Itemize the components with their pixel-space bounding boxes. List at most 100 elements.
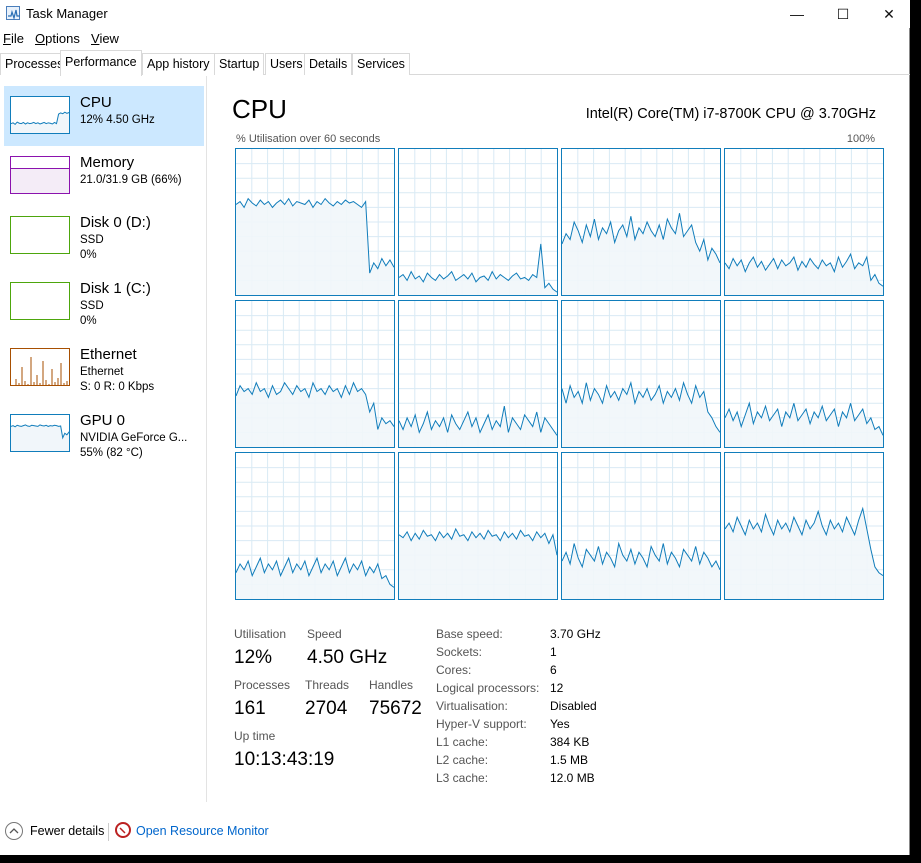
cpu-thumbnail-graph [10,96,70,134]
sidebar-item-title: CPU [80,94,112,111]
spec-label: L2 cache: [436,753,489,767]
tab-details[interactable]: Details [304,53,353,75]
maximize-button[interactable]: ☐ [820,0,866,28]
processes-label: Processes [234,678,291,692]
menu-options[interactable]: Options [35,31,80,46]
title-bar[interactable]: Task Manager — ☐ ✕ [0,0,910,28]
tab-strip: Processes Performance App history Startu… [0,50,910,76]
logical-processor-graph [235,300,395,448]
sidebar-item-detail: SSD [80,300,104,312]
spec-label: L1 cache: [436,735,489,749]
fewer-details-button[interactable]: Fewer details [30,824,104,838]
logical-processor-graph [398,300,558,448]
footer-divider [108,823,109,841]
logical-processor-graph [398,452,558,600]
sidebar-item-memory[interactable]: Memory 21.0/31.9 GB (66%) [4,146,204,206]
menu-view[interactable]: View [91,31,119,46]
spec-value: 12.0 MB [550,771,595,785]
sidebar-item-ethernet[interactable]: Ethernet Ethernet S: 0 R: 0 Kbps [4,338,204,398]
resource-monitor-icon[interactable] [115,822,131,838]
logical-processor-graph [398,148,558,296]
spec-value: 1.5 MB [550,753,589,767]
utilisation-area [236,558,394,599]
speed-value: 4.50 GHz [307,647,388,668]
chevron-up-icon[interactable] [5,822,23,840]
tab-services[interactable]: Services [352,53,410,75]
uptime-value: 10:13:43:19 [234,749,335,770]
utilisation-area [236,198,394,295]
spec-value: 6 [550,663,557,677]
sidebar-item-title: Disk 0 (D:) [80,214,151,231]
sidebar-item-title: Memory [80,154,135,171]
task-manager-window: Task Manager — ☐ ✕ File Options View Pro… [0,0,910,855]
memory-usage-fill [11,168,69,193]
spec-label: Virtualisation: [436,699,508,713]
handles-label: Handles [369,678,414,692]
threads-value: 2704 [305,698,348,719]
spec-label: L3 cache: [436,771,489,785]
logical-processor-graph [561,148,721,296]
spec-value: 12 [550,681,564,695]
spec-label: Cores: [436,663,472,677]
tab-startup[interactable]: Startup [214,53,265,75]
logical-processor-graph [724,148,884,296]
handles-value: 75672 [369,698,422,719]
sidebar-item-disk-0[interactable]: Disk 0 (D:) SSD 0% [4,206,204,266]
utilisation-label: Utilisation [234,627,287,641]
logical-processor-graph [724,300,884,448]
sidebar-item-title: GPU 0 [80,412,126,429]
tab-processes[interactable]: Processes [0,53,69,75]
sidebar-item-cpu[interactable]: CPU 12% 4.50 GHz [4,86,204,146]
logical-processor-graphs[interactable] [235,148,887,602]
sidebar-item-detail: 12% 4.50 GHz [80,114,155,126]
utilisation-area [236,382,394,447]
sidebar-item-title: Ethernet [80,346,137,363]
cpu-model-name: Intel(R) Core(TM) i7-8700K CPU @ 3.70GHz [585,106,876,122]
spec-value: 1 [550,645,557,659]
open-resource-monitor-link[interactable]: Open Resource Monitor [136,824,269,838]
close-button[interactable]: ✕ [866,0,912,28]
sidebar-item-detail: 0% [80,249,97,261]
sidebar-item-detail: NVIDIA GeForce G... [80,432,188,444]
speed-label: Speed [307,627,342,641]
task-manager-app-icon [6,6,20,21]
sidebar-item-gpu-0[interactable]: GPU 0 NVIDIA GeForce G... 55% (82 °C) [4,404,204,464]
graph-caption: % Utilisation over 60 seconds [236,133,381,145]
sidebar-item-detail: Ethernet [80,366,124,378]
memory-thumbnail-graph [10,156,70,194]
spec-value: 3.70 GHz [550,627,601,641]
uptime-label: Up time [234,729,276,743]
window-title: Task Manager [26,6,108,21]
sidebar-item-detail: 55% (82 °C) [80,447,143,459]
spec-label: Base speed: [436,627,503,641]
spec-value: Yes [550,717,570,731]
tab-users[interactable]: Users [265,53,308,75]
spec-label: Logical processors: [436,681,540,695]
sidebar-item-disk-1[interactable]: Disk 1 (C:) SSD 0% [4,272,204,332]
menu-file[interactable]: File [3,31,24,46]
sidebar-item-detail: SSD [80,234,104,246]
disk-0-thumbnail-graph [10,216,70,254]
sidebar-item-title: Disk 1 (C:) [80,280,151,297]
resource-sidebar: CPU 12% 4.50 GHz Memory 21.0/31.9 GB (66… [0,76,207,802]
sidebar-item-detail: S: 0 R: 0 Kbps [80,381,155,393]
spec-label: Hyper-V support: [436,717,527,731]
processes-value: 161 [234,698,266,719]
sidebar-item-detail: 0% [80,315,97,327]
gpu-thumbnail-graph [10,414,70,452]
logical-processor-graph [561,452,721,600]
logical-processor-graph [724,452,884,600]
spec-value: 384 KB [550,735,590,749]
minimize-button[interactable]: — [774,0,820,28]
threads-label: Threads [305,678,350,692]
logical-processor-graph [561,300,721,448]
page-title: CPU [232,94,287,124]
logical-processor-graph [235,452,395,600]
footer-bar: Fewer details Open Resource Monitor [0,815,910,849]
spec-value: Disabled [550,699,597,713]
tab-app-history[interactable]: App history [142,53,215,75]
tab-performance[interactable]: Performance [60,50,142,76]
logical-processor-graph [235,148,395,296]
sidebar-item-detail: 21.0/31.9 GB (66%) [80,174,182,186]
spec-label: Sockets: [436,645,483,659]
